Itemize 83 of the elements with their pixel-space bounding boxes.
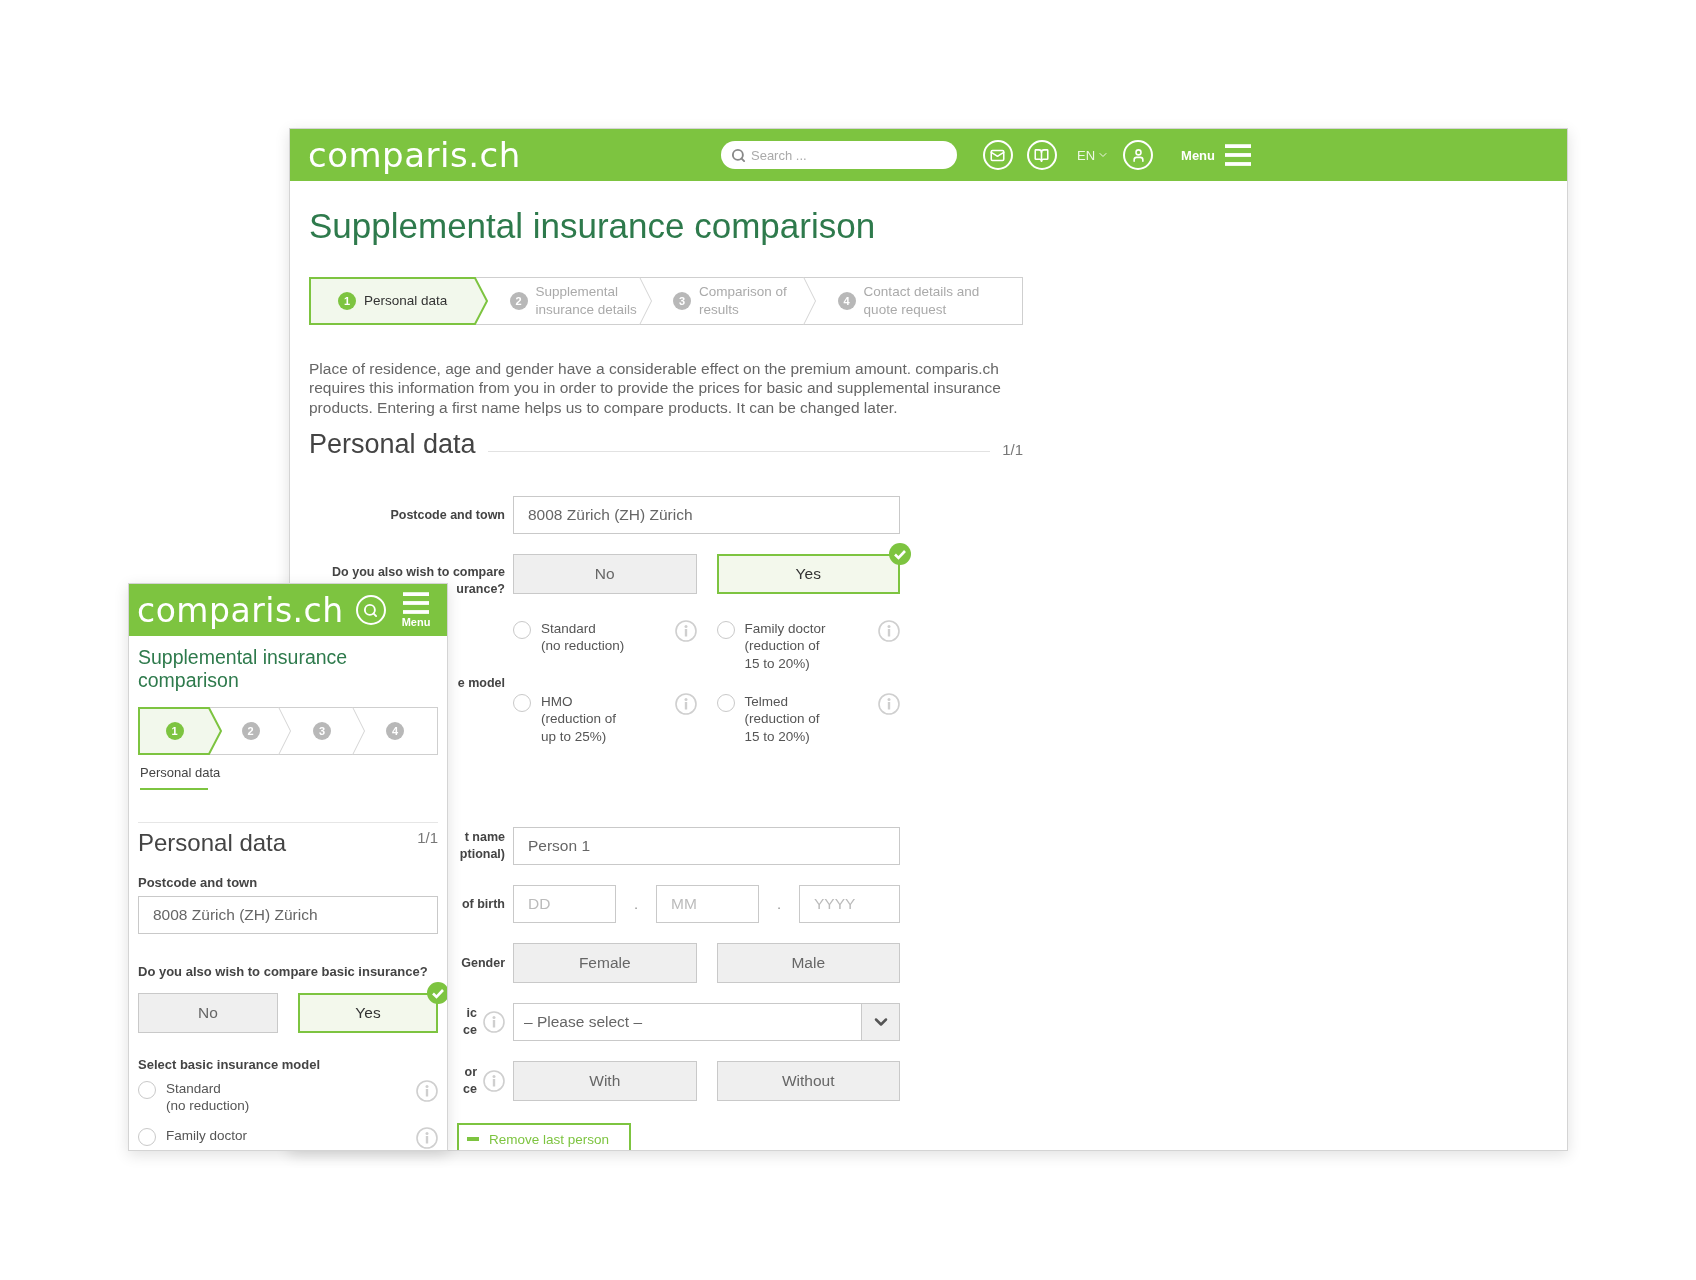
logo: comparis.ch [308, 138, 521, 172]
step-label: Contact details and quote request [863, 283, 981, 319]
choice-button[interactable]: Male [716, 943, 900, 984]
section-title: Personal data [138, 828, 287, 857]
choice-button[interactable]: No [138, 992, 278, 1033]
mail-icon [990, 147, 1006, 163]
field-label: of birth [461, 895, 505, 913]
mail-button[interactable] [983, 140, 1013, 170]
checkmark-icon [889, 543, 911, 566]
text-field[interactable]: Person 1 [513, 827, 900, 866]
user-button[interactable] [1123, 140, 1154, 170]
book-icon [1034, 147, 1050, 163]
step-caption: Personal data [140, 764, 222, 780]
radio-label: Standard (no reduction) [166, 1079, 251, 1115]
info-icon[interactable] [483, 1070, 505, 1093]
choice-button[interactable]: Female [513, 943, 697, 984]
info-icon[interactable] [674, 619, 697, 642]
field-label: Select basic insurance model [138, 1056, 322, 1072]
date-separator: . [776, 896, 782, 912]
radio-label: Family doctor (reduction of 15 to 20%) [744, 619, 827, 673]
select-field[interactable]: – Please select – [513, 1003, 900, 1042]
choice-button[interactable]: With [513, 1061, 697, 1102]
info-icon[interactable] [674, 692, 697, 715]
date-field[interactable]: MM [656, 885, 759, 924]
radio-button[interactable] [138, 1080, 156, 1099]
field-label: e model [457, 675, 505, 693]
field-label: t name ptional) [459, 829, 505, 864]
radio-button[interactable] [716, 620, 735, 639]
radio-button[interactable] [513, 620, 531, 639]
info-icon[interactable] [416, 1126, 438, 1149]
search-icon [363, 602, 379, 618]
choice-button[interactable]: Yes [298, 992, 438, 1033]
page-title: Supplemental insurance comparison [138, 646, 349, 693]
field-label: ic ce [463, 1005, 477, 1040]
date-field[interactable]: YYYY [799, 885, 900, 924]
step-number: 3 [673, 292, 692, 310]
minus-icon [467, 1137, 479, 1142]
choice-button[interactable]: Yes [716, 554, 900, 595]
page-title: Supplemental insurance comparison [309, 205, 877, 247]
step-label: Comparison of results [699, 283, 788, 319]
choice-button[interactable]: Without [716, 1061, 900, 1102]
page-counter: 1/1 [417, 828, 438, 846]
radio-button[interactable] [513, 693, 531, 712]
menu-icon [1225, 143, 1251, 167]
radio-label: Family doctor [166, 1126, 249, 1145]
logo: comparis.ch [137, 593, 344, 627]
step-number: 4 [837, 292, 856, 310]
step-number: 3 [313, 721, 331, 740]
section-title: Personal data [309, 429, 476, 461]
search-button[interactable] [355, 595, 386, 625]
radio-label: HMO (reduction of up to 25%) [541, 692, 618, 746]
menu-icon [403, 592, 429, 615]
page-counter: 1/1 [1002, 441, 1023, 459]
field-label: Do you also wish to compare basic insurance? [138, 963, 429, 979]
book-button[interactable] [1027, 140, 1057, 170]
text-field[interactable]: 8008 Zürich (ZH) Zürich [513, 496, 900, 535]
select-placeholder: – Please select – [523, 1012, 644, 1033]
info-icon[interactable] [416, 1079, 438, 1102]
step-number: 2 [241, 721, 260, 740]
info-icon[interactable] [878, 692, 900, 715]
radio-label: Telmed (reduction of 15 to 20%) [744, 692, 821, 746]
date-field[interactable]: DD [513, 885, 616, 924]
info-icon[interactable] [483, 1011, 505, 1034]
field-label: Postcode and town [138, 874, 259, 890]
intro-text: Place of residence, age and gender have a considerable effect on the premium amount. comparis.ch requires this information from you in order to provide the prices for basic and supplemental insurance products. Entering a first name helps us to compare products. It can be changed later. [309, 359, 1002, 418]
user-icon [1130, 147, 1146, 163]
radio-label: Standard (no reduction) [541, 619, 626, 655]
search-field[interactable]: Search ... [721, 141, 957, 169]
date-separator: . [633, 896, 639, 912]
dropdown-button[interactable] [861, 1004, 899, 1041]
field-label: Gender [461, 954, 505, 972]
choice-button[interactable]: No [513, 554, 697, 595]
radio-button[interactable] [138, 1127, 156, 1146]
text-field[interactable]: 8008 Zürich (ZH) Zürich [138, 895, 438, 934]
search-icon [731, 148, 746, 163]
step-label: Personal data [364, 292, 448, 310]
info-icon[interactable] [878, 619, 900, 642]
step-number: 4 [386, 721, 404, 740]
field-label: Postcode and town [390, 506, 505, 524]
field-label: or ce [463, 1064, 477, 1099]
step-number: 2 [509, 292, 528, 310]
radio-button[interactable] [716, 693, 735, 712]
step-label: Supplemental insurance details [535, 283, 638, 319]
